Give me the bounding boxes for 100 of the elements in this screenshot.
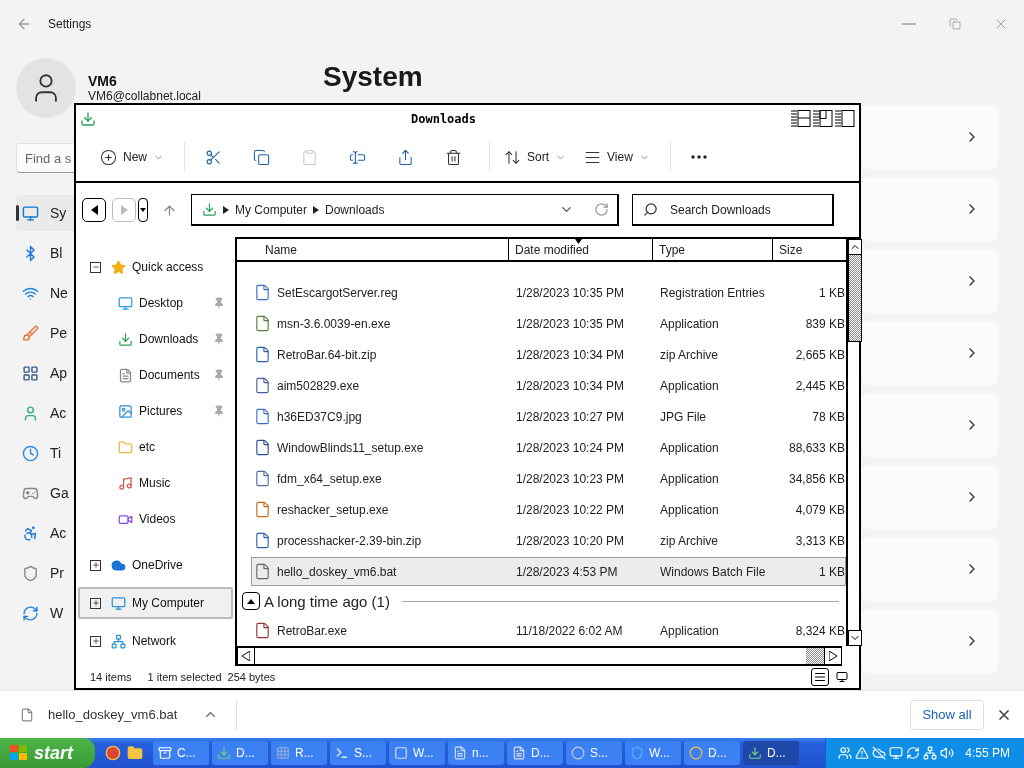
nav-item[interactable]: Ac [16, 395, 74, 431]
tree-item[interactable]: OneDrive [78, 549, 233, 581]
taskbar-button[interactable]: D... [684, 741, 740, 765]
vertical-scrollbar[interactable] [846, 239, 862, 646]
column-header[interactable]: Date modified [509, 239, 653, 260]
clock: 4:55 PM [965, 746, 1010, 760]
cloud-off-icon[interactable] [872, 746, 886, 760]
tree-item[interactable]: My Computer [78, 587, 233, 619]
nav-item[interactable]: Ac [16, 515, 74, 551]
tree-item[interactable]: Desktop [78, 287, 233, 319]
display-icon[interactable] [889, 746, 903, 760]
horizontal-scrollbar[interactable] [237, 646, 842, 666]
file-row[interactable]: msn-3.6.0039-en.exe 1/28/2023 10:35 PM Application 839 KB [251, 309, 846, 338]
download-file-name[interactable]: hello_doskey_vm6.bat [48, 707, 178, 722]
type-cell-text: Windows Batch File [659, 564, 767, 579]
file-name: WindowBlinds11_setup.exe [277, 440, 424, 455]
file-row[interactable]: h36ED37C9.jpg 1/28/2023 10:27 PM JPG File 78 KB [251, 402, 846, 431]
taskbar-button[interactable]: W... [625, 741, 681, 765]
scroll-thumb[interactable] [848, 254, 862, 342]
breadcrumb[interactable]: My Computer [235, 202, 308, 217]
taskbar-button[interactable]: D... [212, 741, 268, 765]
file-row[interactable]: processhacker-2.39-bin.zip 1/28/2023 10:20 PM zip Archive 3,313 KB [251, 526, 846, 555]
size-cell-text: 4,079 KB [794, 502, 845, 517]
taskbar-button[interactable]: D... [743, 741, 799, 765]
nav-item[interactable]: Ne [16, 275, 74, 311]
file-row[interactable]: hello_doskey_vm6.bat 1/28/2023 4:53 PM Windows Batch File 1 KB [251, 557, 846, 586]
taskbar-button[interactable]: R... [271, 741, 327, 765]
file-row[interactable]: reshacker_setup.exe 1/28/2023 10:22 PM Application 4,079 KB [251, 495, 846, 524]
file-row[interactable]: fdm_x64_setup.exe 1/28/2023 10:23 PM Application 34,856 KB [251, 464, 846, 493]
search-icon [643, 202, 658, 217]
page-heading: System [323, 60, 424, 94]
scroll-down-icon[interactable] [848, 630, 862, 646]
taskbar-button[interactable]: n... [448, 741, 504, 765]
scroll-left-icon[interactable] [237, 648, 255, 664]
taskbar-button[interactable]: C... [153, 741, 209, 765]
pin-icon [213, 297, 225, 309]
show-all-button[interactable]: Show all [910, 699, 984, 730]
search-field[interactable]: Search Downloads [632, 194, 834, 226]
taskbar-button[interactable]: S... [330, 741, 386, 765]
scroll-thumb[interactable] [806, 648, 824, 664]
selection-count: 1 item selected [147, 671, 222, 683]
file-row[interactable]: SetEscargotServer.reg 1/28/2023 10:35 PM Registration Entries 1 KB [251, 278, 846, 307]
expand-icon[interactable] [90, 559, 101, 571]
column-header[interactable]: Type [653, 239, 773, 260]
nav-item[interactable]: Sy [16, 195, 74, 231]
back-button[interactable] [82, 198, 106, 222]
tree-item[interactable]: Pictures [78, 395, 233, 427]
nav-item[interactable]: W [16, 595, 74, 631]
clock-icon [22, 444, 39, 462]
size-cell-text: 88,633 KB [787, 440, 845, 455]
download-icon [202, 202, 217, 217]
monitor-icon [836, 671, 848, 683]
file-row[interactable]: RetroBar.exe 11/18/2022 6:02 AM Application 8,324 KB [251, 616, 846, 645]
view-button[interactable]: View [578, 140, 656, 174]
tree-item[interactable]: etc [78, 431, 233, 463]
tree-item[interactable]: Documents [78, 359, 233, 391]
address-bar[interactable]: My Computer Downloads [191, 194, 619, 226]
tree-item[interactable]: Network [78, 625, 233, 657]
tree-item[interactable]: Downloads [78, 323, 233, 355]
column-header[interactable]: Name [237, 239, 509, 260]
collapse-icon[interactable] [90, 261, 101, 273]
pin-icon [213, 333, 225, 345]
taskbar-button[interactable]: W... [389, 741, 445, 765]
refresh-icon[interactable] [594, 202, 609, 217]
tree-item[interactable]: Music [78, 467, 233, 499]
sort-button[interactable]: Sort [498, 140, 573, 174]
users-icon[interactable] [838, 746, 852, 760]
tree-item[interactable]: Videos [78, 503, 233, 535]
new-button[interactable]: New [94, 140, 170, 174]
taskbar-button[interactable]: S... [566, 741, 622, 765]
nav-item[interactable]: Pr [16, 555, 74, 591]
scroll-up-icon[interactable] [848, 239, 862, 255]
accessibility-icon [22, 524, 39, 542]
sync-icon[interactable] [906, 746, 920, 760]
volume-icon[interactable] [940, 746, 954, 760]
file-row[interactable]: aim502829.exe 1/28/2023 10:34 PM Application 2,445 KB [251, 371, 846, 400]
nav-item[interactable]: Ap [16, 355, 74, 391]
taskbar-button[interactable]: D... [507, 741, 563, 765]
network-icon[interactable] [923, 746, 937, 760]
tree-item[interactable]: Quick access [78, 251, 233, 283]
expand-icon[interactable] [90, 635, 101, 647]
collapse-button[interactable] [242, 592, 260, 610]
picture-icon [118, 403, 133, 419]
window-controls-drawing[interactable] [791, 109, 855, 129]
expand-icon[interactable] [90, 597, 101, 609]
warning-icon[interactable] [855, 746, 869, 760]
history-dropdown[interactable] [138, 198, 148, 222]
nav-item[interactable]: Ti [16, 435, 74, 471]
search-field[interactable]: Find a s [16, 143, 74, 173]
file-row[interactable]: WindowBlinds11_setup.exe 1/28/2023 10:24 PM Application 88,633 KB [251, 433, 846, 462]
nav-item[interactable]: Pe [16, 315, 74, 351]
file-row[interactable]: RetroBar.64-bit.zip 1/28/2023 10:34 PM zip Archive 2,665 KB [251, 340, 846, 369]
column-header[interactable]: Size [773, 239, 844, 260]
scroll-right-icon[interactable] [824, 648, 842, 664]
details-view-button[interactable] [811, 668, 829, 686]
type-cell-text: Application [659, 502, 720, 517]
nav-item[interactable]: Ga [16, 475, 74, 511]
nav-item[interactable]: Bl [16, 235, 74, 271]
breadcrumb[interactable]: Downloads [325, 202, 385, 217]
file-name: SetEscargotServer.reg [277, 285, 398, 300]
